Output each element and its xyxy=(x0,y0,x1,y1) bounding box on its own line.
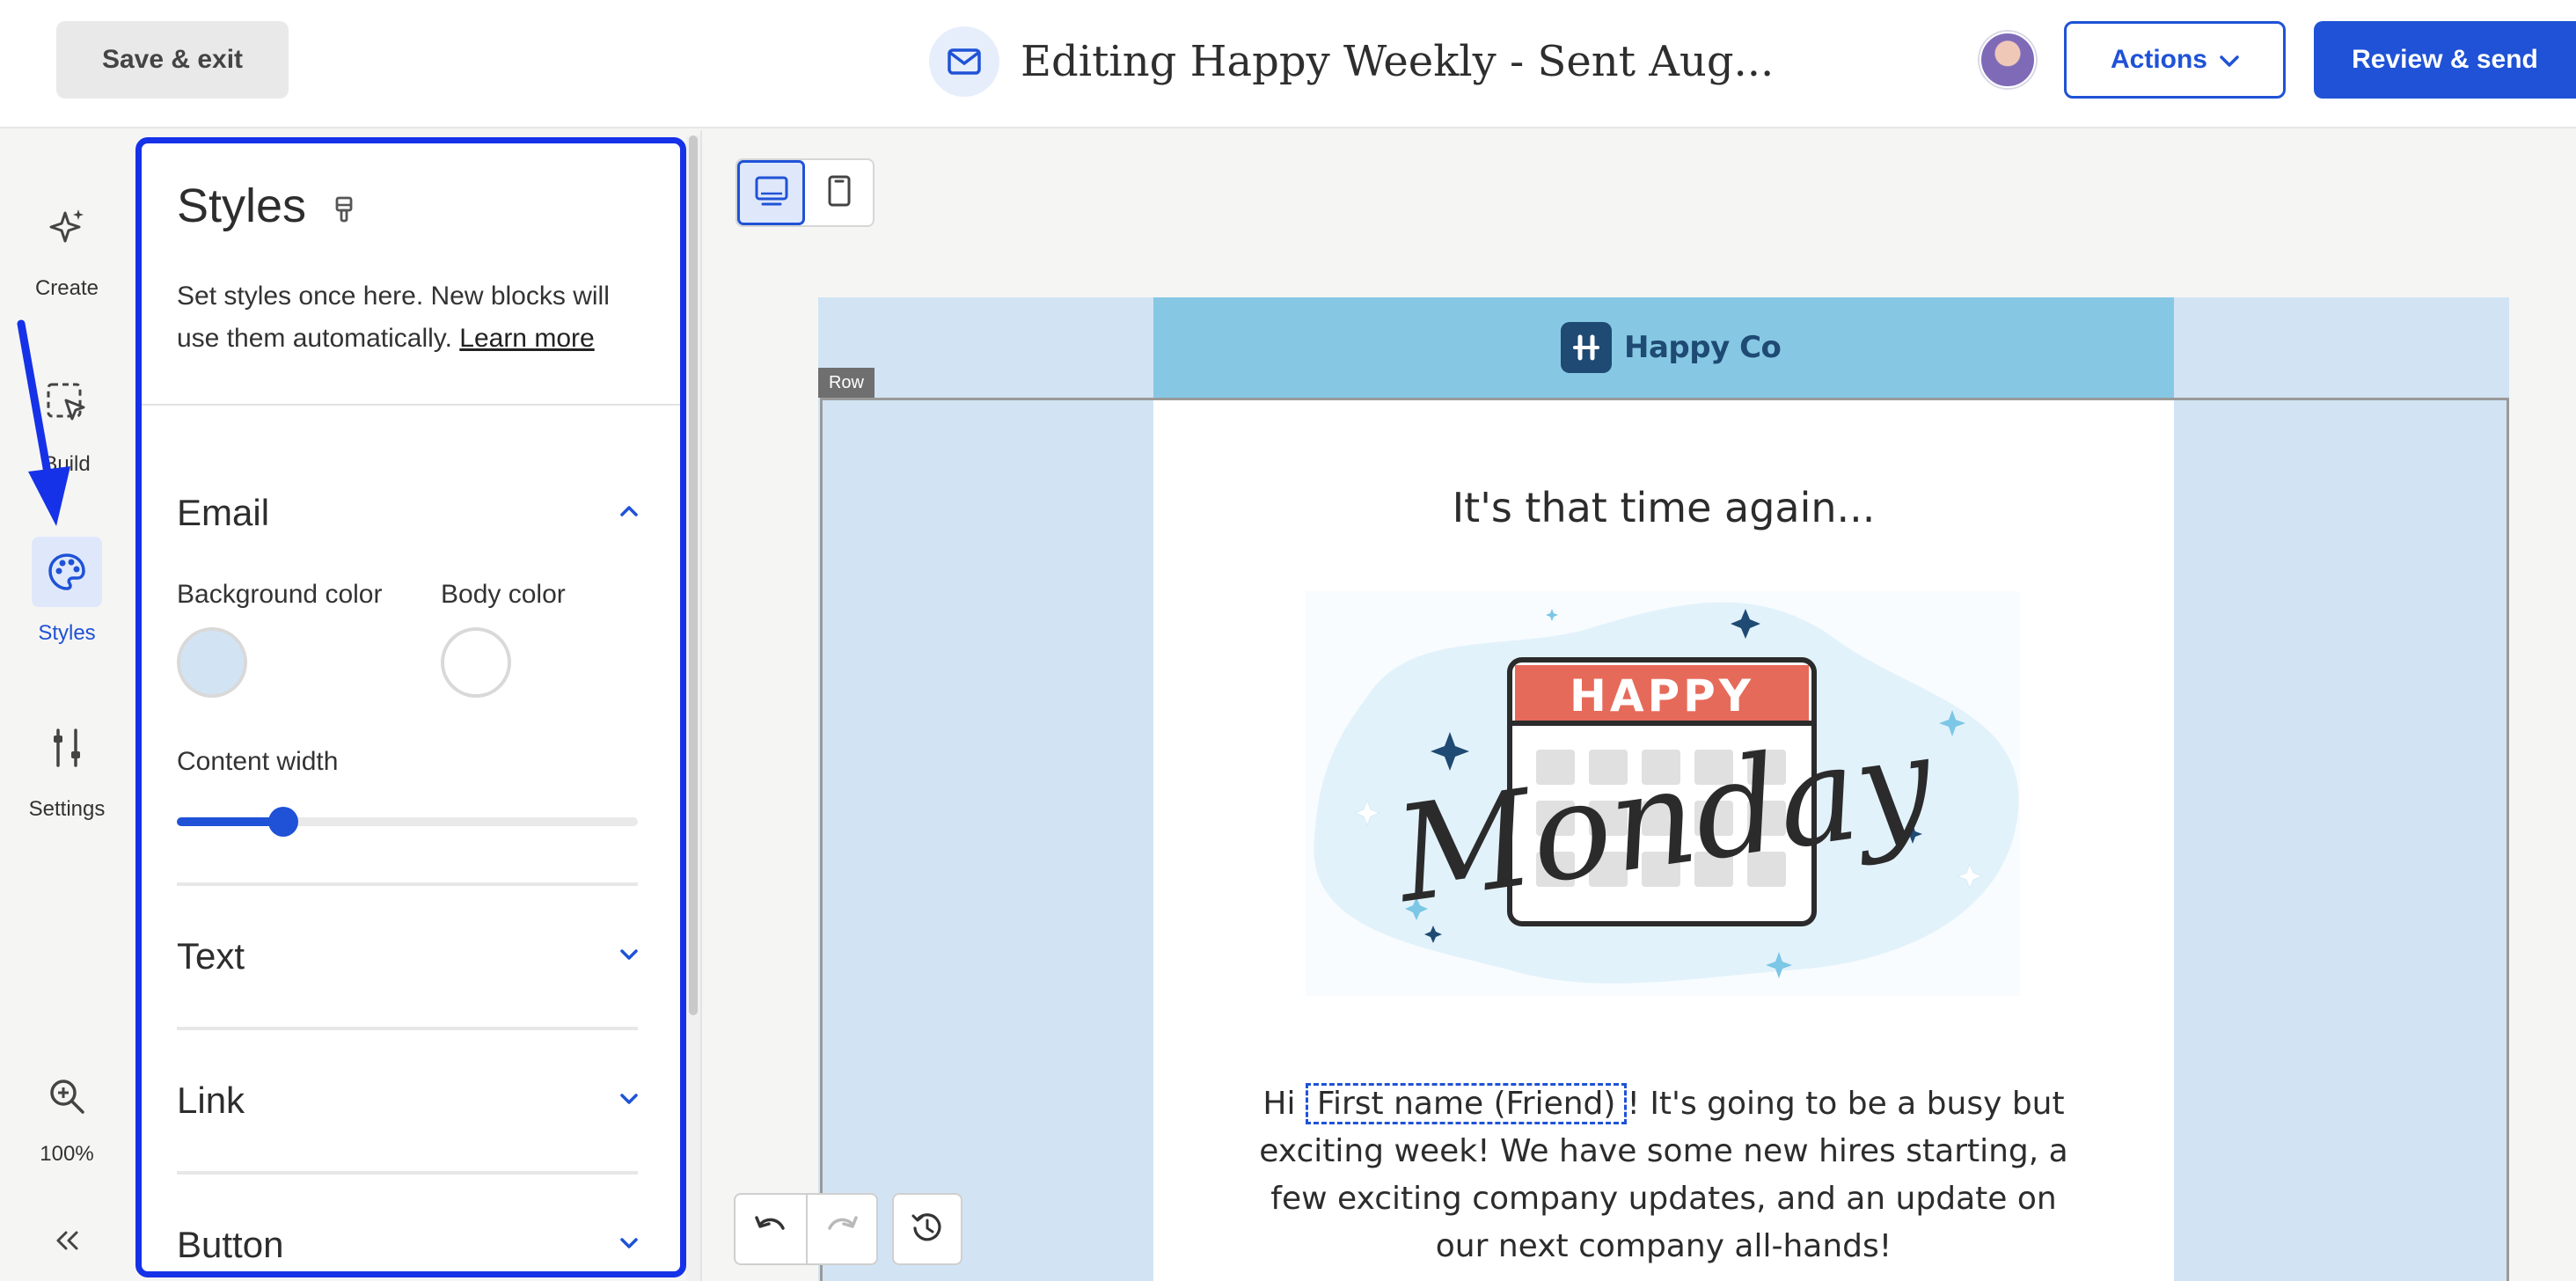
row-tag: Row xyxy=(818,368,875,398)
review-send-button[interactable]: Review & send xyxy=(2314,21,2576,99)
rail-item-settings[interactable]: Settings xyxy=(0,713,134,822)
undo-button[interactable] xyxy=(735,1195,806,1263)
button-section-header[interactable]: Button xyxy=(177,1224,638,1266)
section-divider xyxy=(177,882,638,886)
zoom-control[interactable]: 100% xyxy=(0,1061,134,1167)
slider-fill xyxy=(177,817,283,826)
redo-button[interactable] xyxy=(806,1195,876,1263)
double-chevron-left-icon xyxy=(32,1205,102,1276)
zoom-level: 100% xyxy=(40,1142,94,1166)
background-color-label: Background color xyxy=(177,580,383,609)
save-exit-button[interactable]: Save & exit xyxy=(56,21,289,99)
section-divider xyxy=(177,1027,638,1030)
rail-item-create[interactable]: Create xyxy=(0,192,134,301)
brand-name: Happy Co xyxy=(1624,330,1782,365)
text-section-title: Text xyxy=(177,935,245,977)
palette-icon xyxy=(32,537,102,607)
email-section-header[interactable]: Email xyxy=(177,492,638,534)
first-name-merge-tag[interactable]: First name (Friend) xyxy=(1305,1083,1628,1124)
email-section-title: Email xyxy=(177,492,270,533)
user-avatar[interactable] xyxy=(1980,32,2036,88)
chevron-down-icon xyxy=(620,1237,638,1254)
content-width-label: Content width xyxy=(177,747,339,776)
collapse-rail-button[interactable] xyxy=(0,1205,134,1276)
left-rail: Create Build Styles Settings 100% xyxy=(0,130,134,1281)
rail-label-styles: Styles xyxy=(38,621,96,645)
redo-icon xyxy=(824,1214,860,1245)
brand-logo[interactable]: Happy Co xyxy=(1561,322,1782,373)
rail-label-create: Create xyxy=(34,276,99,300)
body-color-swatch[interactable] xyxy=(441,627,511,698)
content-width-slider[interactable] xyxy=(177,807,638,837)
chevron-down-icon xyxy=(620,1093,638,1109)
button-section-title: Button xyxy=(177,1224,284,1265)
editor-title: Editing Happy Weekly - Sent Aug... xyxy=(929,21,1774,102)
rail-item-styles[interactable]: Styles xyxy=(0,537,134,646)
chevron-down-icon xyxy=(2220,45,2239,75)
actions-label: Actions xyxy=(2110,45,2207,74)
actions-button[interactable]: Actions xyxy=(2064,21,2286,99)
annotation-arrow-icon xyxy=(17,319,70,526)
version-history-button[interactable] xyxy=(892,1193,962,1265)
panel-scrollbar[interactable] xyxy=(686,135,700,1281)
undo-redo-group xyxy=(734,1193,878,1265)
sliders-icon xyxy=(32,713,102,783)
chevron-up-icon xyxy=(620,505,638,522)
body-greeting: Hi xyxy=(1262,1086,1306,1122)
panel-title: Styles xyxy=(177,179,307,232)
email-headline[interactable]: It's that time again... xyxy=(1153,484,2174,531)
email-body-text[interactable]: Hi First name (Friend)! It's going to be… xyxy=(1249,1080,2078,1270)
view-toggle xyxy=(735,158,875,227)
mail-icon xyxy=(929,26,999,97)
styles-panel: Styles Set styles once here. New blocks … xyxy=(135,137,686,1277)
desktop-view-button[interactable] xyxy=(737,160,805,225)
desktop-icon xyxy=(754,175,789,211)
background-color-swatch[interactable] xyxy=(177,627,247,698)
undo-icon xyxy=(753,1214,788,1245)
link-section-title: Link xyxy=(177,1080,245,1121)
mobile-icon xyxy=(826,174,853,212)
brush-icon xyxy=(333,196,355,229)
scrollbar-thumb[interactable] xyxy=(689,135,698,1015)
sparkle-icon xyxy=(32,192,102,262)
logo-mark-icon xyxy=(1561,322,1612,373)
hero-top-text: HAPPY xyxy=(1570,670,1754,721)
rail-label-settings: Settings xyxy=(28,797,106,821)
text-section-header[interactable]: Text xyxy=(177,935,638,977)
zoom-in-icon xyxy=(32,1061,102,1131)
email-title: Editing Happy Weekly - Sent Aug... xyxy=(1021,37,1775,86)
mobile-view-button[interactable] xyxy=(805,160,873,225)
slider-handle[interactable] xyxy=(268,807,298,837)
happy-monday-illustration[interactable]: HAPPY Monday xyxy=(1306,591,2020,996)
section-divider xyxy=(177,1171,638,1175)
history-icon xyxy=(911,1211,944,1248)
link-section-header[interactable]: Link xyxy=(177,1080,638,1122)
panel-description: Set styles once here. New blocks will us… xyxy=(177,275,652,360)
body-color-label: Body color xyxy=(441,580,566,609)
learn-more-link[interactable]: Learn more xyxy=(459,324,594,353)
panel-divider xyxy=(142,404,680,406)
chevron-down-icon xyxy=(620,948,638,965)
top-bar: Save & exit Editing Happy Weekly - Sent … xyxy=(0,0,2576,128)
